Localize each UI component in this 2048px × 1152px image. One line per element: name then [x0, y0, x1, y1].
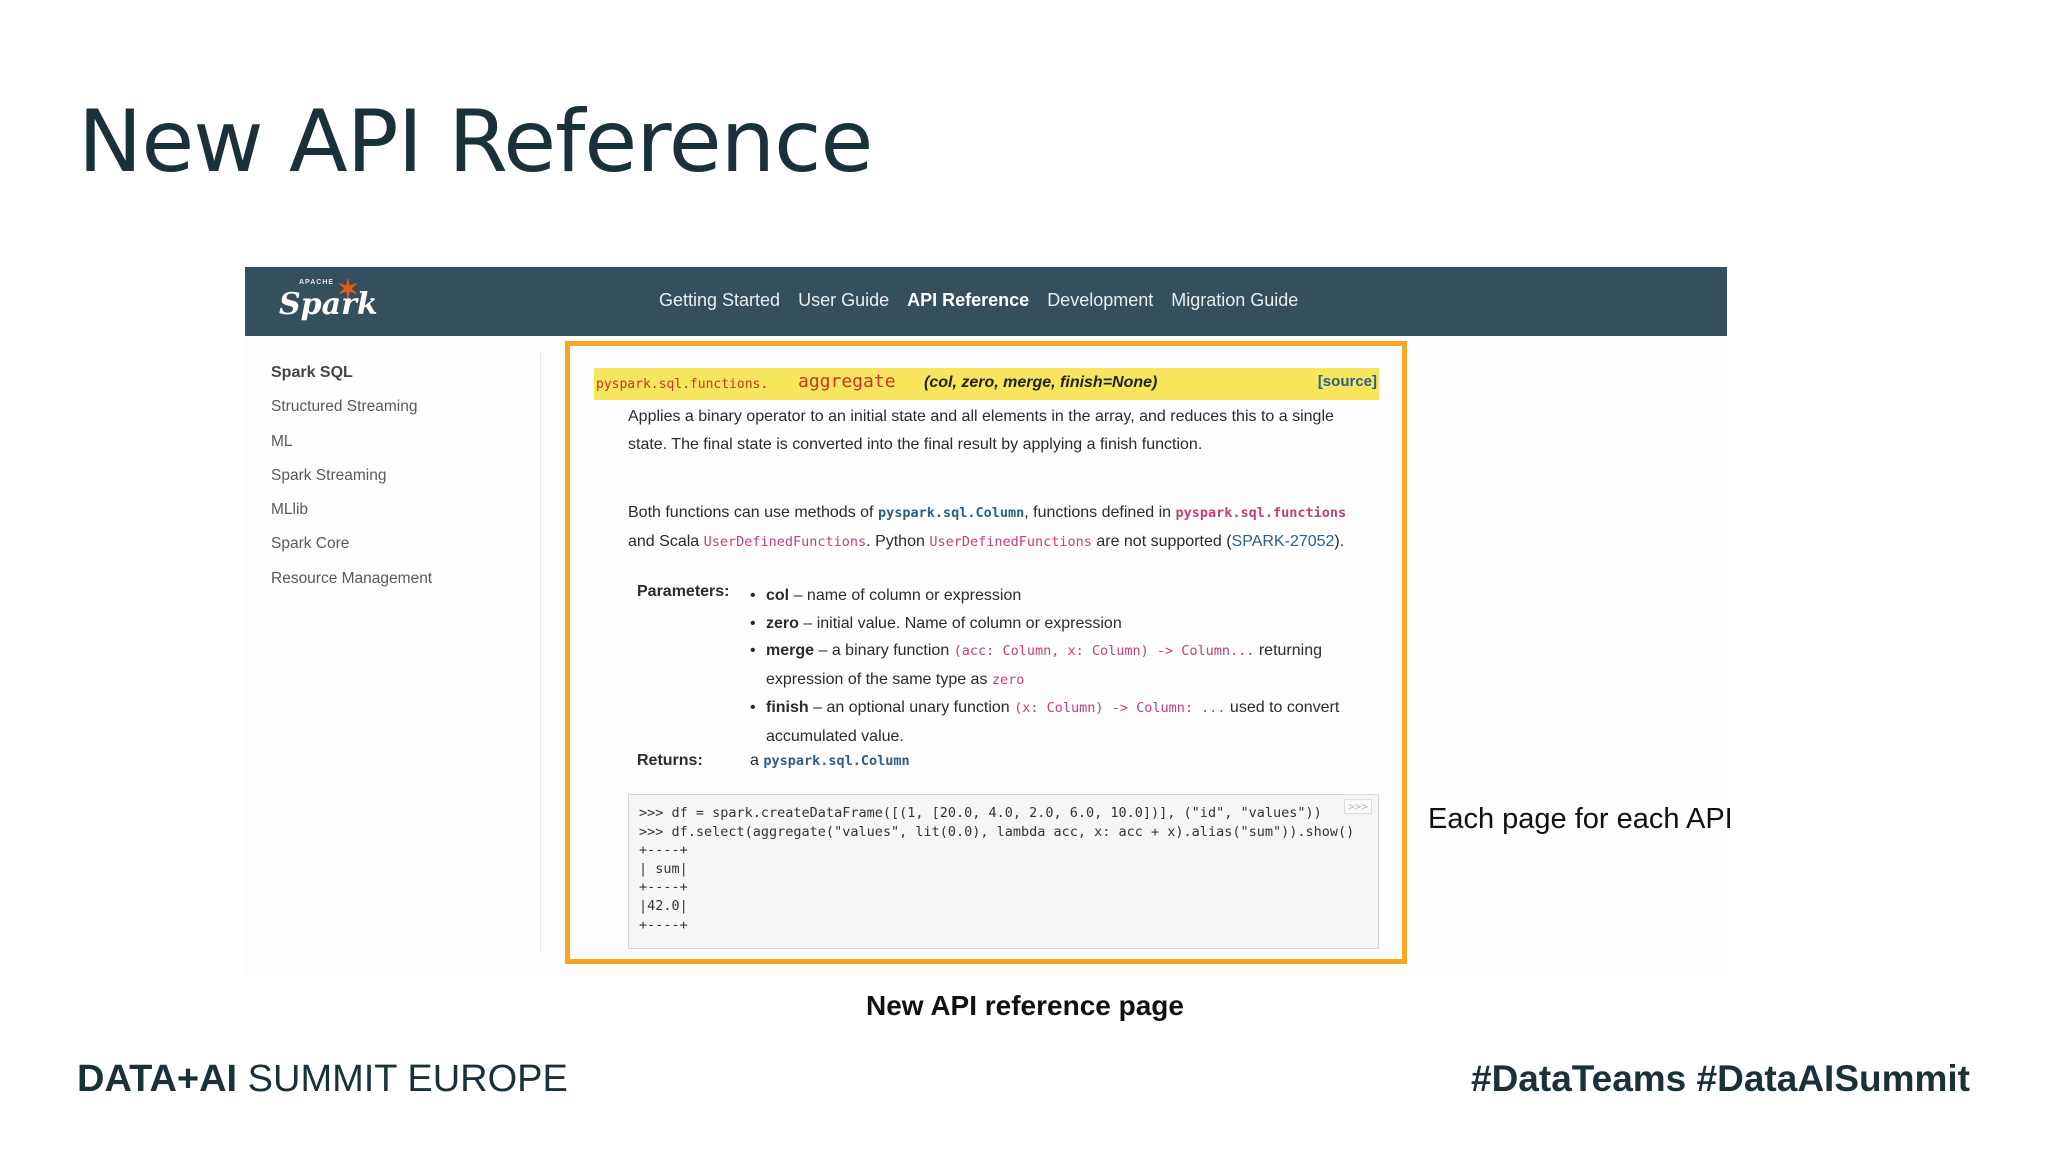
- param-merge: merge – a binary function (acc: Column, …: [750, 637, 1380, 694]
- nav-migration-guide[interactable]: Migration Guide: [1171, 290, 1298, 311]
- example-code-block: >>> df = spark.createDataFrame([(1, [20.…: [628, 794, 1379, 949]
- footer-brand: DATA+AI SUMMIT EUROPE: [77, 1058, 568, 1101]
- note-text: ).: [1334, 532, 1345, 550]
- param-name: zero: [766, 614, 799, 632]
- nav-development[interactable]: Development: [1047, 290, 1153, 311]
- sidebar-item-spark-sql[interactable]: Spark SQL: [271, 363, 432, 397]
- function-signature: pyspark.sql.functions. aggregate (col, z…: [594, 368, 1379, 400]
- udf-code: UserDefinedFunctions: [703, 533, 867, 550]
- logo-apache-text: APACHE: [299, 279, 335, 286]
- param-col: col – name of column or expression: [750, 582, 1380, 610]
- param-code: (x: Column) -> Column: ...: [1014, 700, 1226, 716]
- signature-function: aggregate: [798, 371, 896, 392]
- param-desc: – an optional unary function: [808, 699, 1015, 716]
- sidebar-item-ml[interactable]: ML: [271, 432, 432, 466]
- caption: New API reference page: [866, 990, 1184, 1021]
- returns-value: a pyspark.sql.Column: [750, 752, 910, 770]
- side-note: Each page for each API: [1428, 803, 1733, 835]
- api-docs-screenshot: APACHE Spark ✶ Getting Started User Guid…: [245, 267, 1727, 977]
- nav-links: Getting Started User Guide API Reference…: [659, 290, 1298, 311]
- footer-brand-rest: SUMMIT EUROPE: [237, 1058, 568, 1100]
- spark-logo[interactable]: APACHE Spark ✶: [279, 275, 378, 325]
- parameters-label: Parameters:: [637, 583, 730, 600]
- signature-args: (col, zero, merge, finish=None): [924, 374, 1158, 391]
- note-paragraph: Both functions can use methods of pyspar…: [628, 499, 1368, 556]
- param-name: merge: [766, 642, 815, 659]
- param-name: finish: [766, 699, 809, 716]
- column-link[interactable]: pyspark.sql.Column: [878, 505, 1024, 521]
- param-finish: finish – an optional unary function (x: …: [750, 694, 1380, 750]
- returns-prefix: a: [750, 752, 764, 769]
- functions-link[interactable]: pyspark.sql.functions: [1175, 505, 1346, 521]
- sidebar: Spark SQL Structured Streaming ML Spark …: [271, 363, 432, 603]
- param-name: col: [766, 587, 790, 604]
- sidebar-item-spark-streaming[interactable]: Spark Streaming: [271, 466, 432, 500]
- param-desc: – initial value. Name of column or expre…: [798, 614, 1122, 632]
- note-text: . Python: [866, 532, 930, 550]
- nav-user-guide[interactable]: User Guide: [798, 290, 889, 311]
- footer-brand-bold: DATA+AI: [77, 1058, 238, 1100]
- note-text: and Scala: [628, 532, 704, 550]
- sidebar-divider: [540, 353, 541, 953]
- nav-getting-started[interactable]: Getting Started: [659, 290, 780, 311]
- logo-word: Spark: [279, 287, 378, 322]
- top-navbar: APACHE Spark ✶ Getting Started User Guid…: [245, 267, 1727, 336]
- param-code: (acc: Column, x: Column) -> Column...: [953, 643, 1255, 659]
- sidebar-item-spark-core[interactable]: Spark Core: [271, 534, 432, 568]
- returns-label: Returns:: [637, 752, 703, 769]
- param-desc: – name of column or expression: [789, 587, 1022, 604]
- source-link[interactable]: [source]: [1318, 373, 1377, 390]
- footer-hashtags: #DataTeams #DataAISummit: [1471, 1058, 1970, 1099]
- note-text: are not supported (: [1091, 532, 1232, 550]
- nav-api-reference[interactable]: API Reference: [907, 290, 1029, 311]
- returns-type-link[interactable]: pyspark.sql.Column: [763, 753, 909, 769]
- signature-module: pyspark.sql.functions.: [596, 377, 769, 392]
- udf-code: UserDefinedFunctions: [929, 533, 1092, 550]
- param-zero: zero – initial value. Name of column or …: [750, 610, 1380, 638]
- param-desc: – a binary function: [814, 642, 954, 659]
- jira-link[interactable]: SPARK-27052: [1232, 533, 1335, 550]
- param-code: zero: [991, 671, 1025, 688]
- parameters-list: col – name of column or expression zero …: [750, 582, 1380, 750]
- sidebar-item-structured-streaming[interactable]: Structured Streaming: [271, 397, 432, 431]
- spark-star-icon: ✶: [337, 275, 359, 305]
- note-text: Both functions can use methods of: [628, 504, 878, 521]
- example-code: >>> df = spark.createDataFrame([(1, [20.…: [639, 805, 1355, 933]
- description: Applies a binary operator to an initial …: [628, 408, 1334, 453]
- note-text: , functions defined in: [1024, 504, 1176, 521]
- copy-prompt-toggle[interactable]: >>>: [1344, 799, 1372, 814]
- sidebar-item-mllib[interactable]: MLlib: [271, 500, 432, 534]
- sidebar-item-resource-management[interactable]: Resource Management: [271, 569, 432, 603]
- slide-title: New API Reference: [78, 92, 873, 192]
